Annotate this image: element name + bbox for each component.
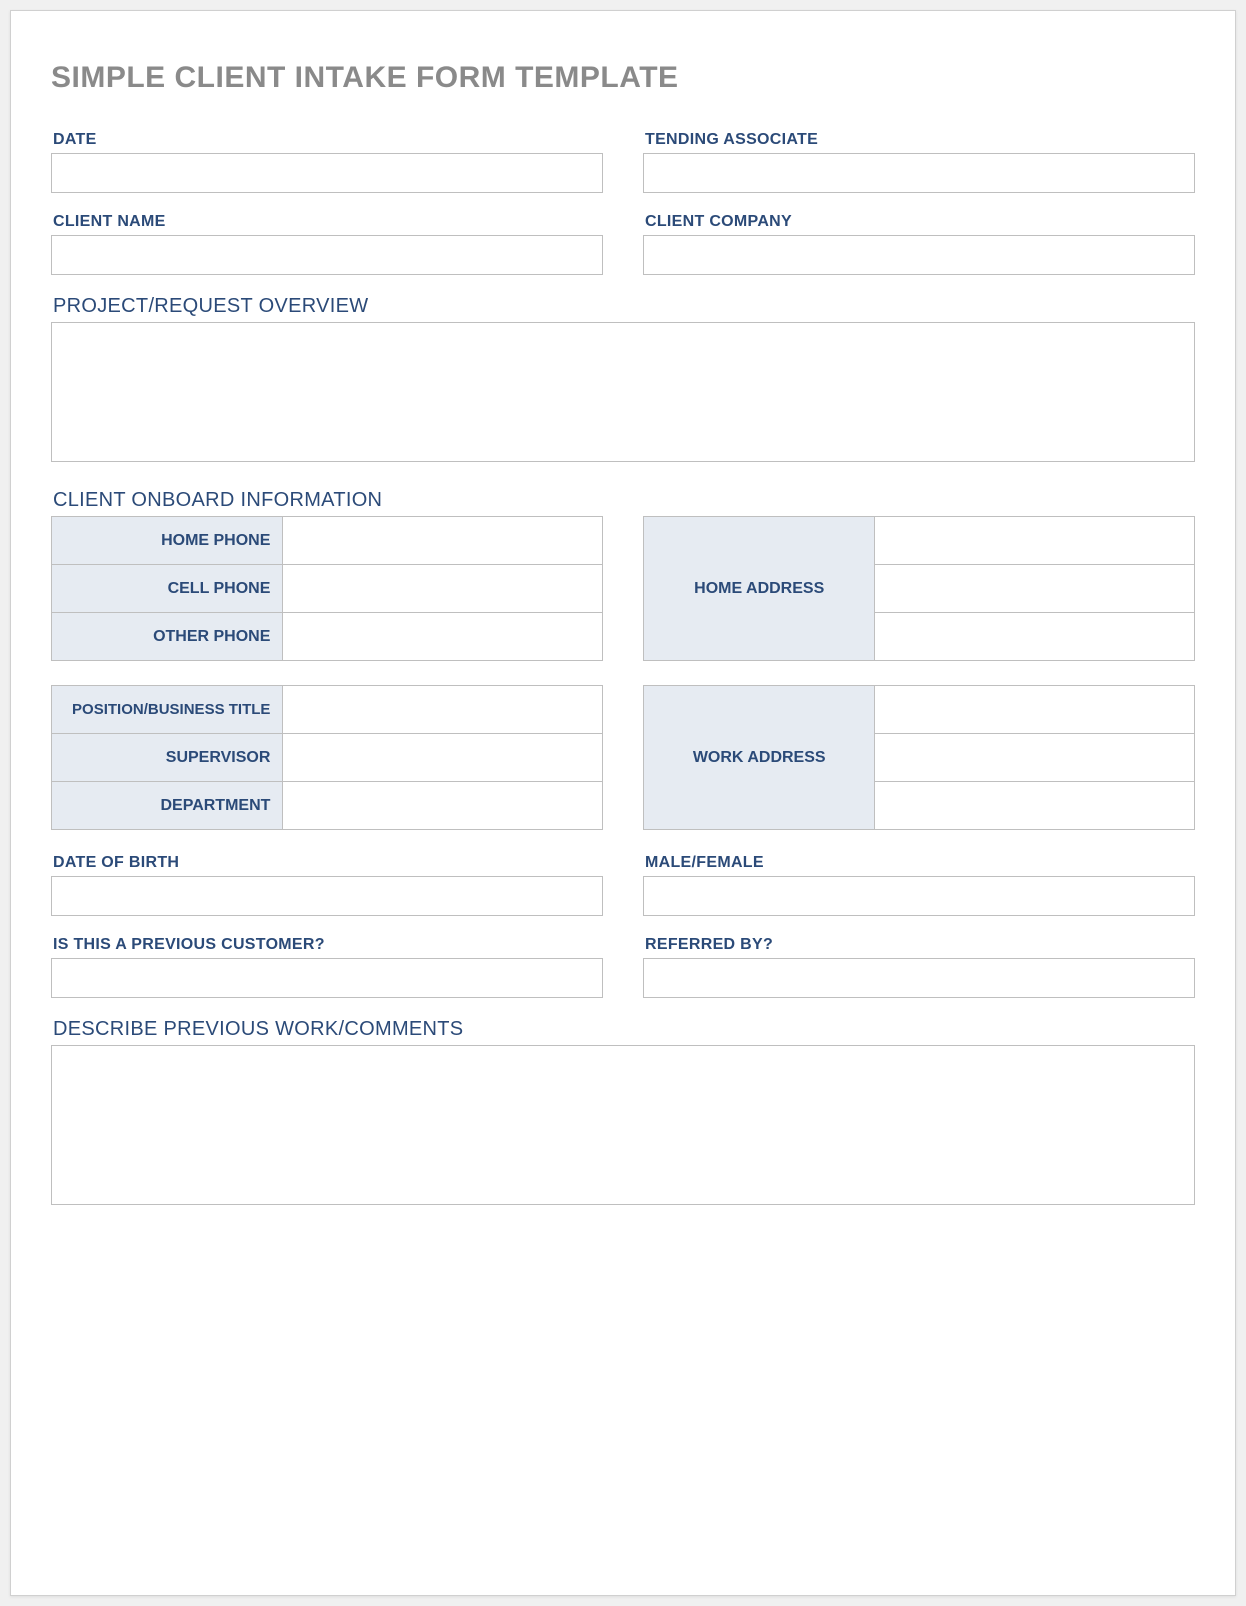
work-address-input-3[interactable] (875, 782, 1194, 829)
form-title: SIMPLE CLIENT INTAKE FORM TEMPLATE (51, 61, 1195, 95)
gender-input[interactable] (643, 876, 1195, 916)
work-address-input-1[interactable] (875, 686, 1194, 733)
cell-phone-label: CELL PHONE (52, 565, 283, 613)
department-label: DEPARTMENT (52, 782, 283, 830)
position-label: POSITION/BUSINESS TITLE (52, 686, 283, 734)
row-clientname-company: CLIENT NAME CLIENT COMPANY (51, 213, 1195, 275)
associate-input[interactable] (643, 153, 1195, 193)
home-address-input-2[interactable] (875, 565, 1194, 612)
prev-customer-input[interactable] (51, 958, 603, 998)
row-dob-gender: DATE OF BIRTH MALE/FEMALE (51, 854, 1195, 916)
other-phone-label: OTHER PHONE (52, 613, 283, 661)
home-address-input-1[interactable] (875, 517, 1194, 564)
dob-input[interactable] (51, 876, 603, 916)
date-label: DATE (51, 131, 603, 149)
supervisor-input[interactable] (283, 734, 602, 781)
associate-label: TENDING ASSOCIATE (643, 131, 1195, 149)
supervisor-label: SUPERVISOR (52, 734, 283, 782)
work-address-input-2[interactable] (875, 734, 1194, 781)
date-input[interactable] (51, 153, 603, 193)
gender-label: MALE/FEMALE (643, 854, 1195, 872)
row-prev-referred: IS THIS A PREVIOUS CUSTOMER? REFERRED BY… (51, 936, 1195, 998)
home-phone-label: HOME PHONE (52, 517, 283, 565)
work-address-table: WORK ADDRESS (643, 685, 1195, 830)
onboard-block-work: POSITION/BUSINESS TITLE SUPERVISOR DEPAR… (51, 685, 1195, 830)
comments-textarea[interactable] (51, 1045, 1195, 1205)
onboard-label: CLIENT ONBOARD INFORMATION (53, 489, 1195, 512)
cell-phone-input[interactable] (283, 565, 602, 612)
form-page: SIMPLE CLIENT INTAKE FORM TEMPLATE DATE … (10, 10, 1236, 1596)
client-company-input[interactable] (643, 235, 1195, 275)
department-input[interactable] (283, 782, 602, 829)
client-company-label: CLIENT COMPANY (643, 213, 1195, 231)
overview-label: PROJECT/REQUEST OVERVIEW (53, 295, 1195, 318)
work-address-label: WORK ADDRESS (644, 686, 875, 830)
overview-textarea[interactable] (51, 322, 1195, 462)
client-name-input[interactable] (51, 235, 603, 275)
prev-customer-label: IS THIS A PREVIOUS CUSTOMER? (51, 936, 603, 954)
other-phone-input[interactable] (283, 613, 602, 660)
home-address-input-3[interactable] (875, 613, 1194, 660)
position-input[interactable] (283, 686, 602, 733)
comments-label: DESCRIBE PREVIOUS WORK/COMMENTS (53, 1018, 1195, 1041)
row-date-associate: DATE TENDING ASSOCIATE (51, 131, 1195, 193)
work-table: POSITION/BUSINESS TITLE SUPERVISOR DEPAR… (51, 685, 603, 830)
home-phone-input[interactable] (283, 517, 602, 564)
home-address-label: HOME ADDRESS (644, 517, 875, 661)
referred-label: REFERRED BY? (643, 936, 1195, 954)
onboard-block-phones: HOME PHONE CELL PHONE OTHER PHONE HOME A… (51, 516, 1195, 661)
dob-label: DATE OF BIRTH (51, 854, 603, 872)
home-address-table: HOME ADDRESS (643, 516, 1195, 661)
phone-table: HOME PHONE CELL PHONE OTHER PHONE (51, 516, 603, 661)
referred-input[interactable] (643, 958, 1195, 998)
client-name-label: CLIENT NAME (51, 213, 603, 231)
